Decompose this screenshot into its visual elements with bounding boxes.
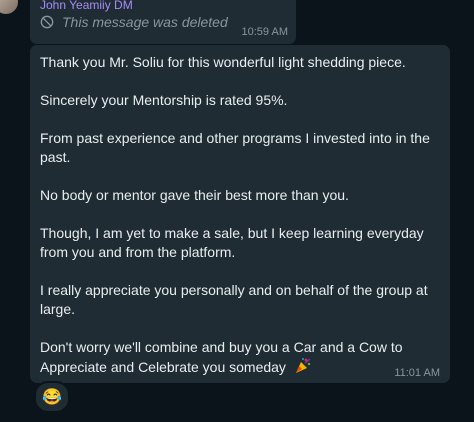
paragraph: Though, I am yet to make a sale, but I k… [40,224,440,262]
message-line: Don't worry we'll combine and buy you a … [40,339,403,355]
paragraph: I really appreciate you personally and o… [40,281,440,319]
paragraph: From past experience and other programs … [40,129,440,167]
deleted-message-text: This message was deleted [62,14,228,30]
message-line: Though, I am yet to make a sale, but I k… [40,225,424,241]
message-line: Thank you Mr. Soliu for this wonderful l… [40,54,406,70]
message-time: 10:59 AM [241,26,288,38]
message-line: Appreciate and Celebrate you someday [40,357,440,377]
paragraph: No body or mentor gave their best more t… [40,186,440,205]
sender-name[interactable]: John Yeamiiy DM [40,0,133,12]
message-line: large. [40,301,76,317]
paragraph: Don't worry we'll combine and buy you a … [40,338,440,377]
message-line-text: Appreciate and Celebrate you someday [40,359,286,375]
message-bubble[interactable]: Thank you Mr. Soliu for this wonderful l… [30,45,450,383]
message-line: From past experience and other programs … [40,130,430,146]
laughing-emoji-icon: 😂 [42,389,62,406]
deleted-message-row: This message was deleted [40,14,228,30]
party-popper-icon [295,358,311,373]
message-line: I really appreciate you personally and o… [40,282,428,298]
deleted-message-bubble[interactable]: John Yeamiiy DM This message was deleted… [30,0,296,44]
message-line: past. [40,149,71,165]
message-line: from you and from the platform. [40,244,236,260]
reaction-badge[interactable]: 😂 [34,381,70,413]
paragraph: Thank you Mr. Soliu for this wonderful l… [40,53,440,72]
message-line: No body or mentor gave their best more t… [40,187,349,203]
message-text: Thank you Mr. Soliu for this wonderful l… [40,53,440,377]
paragraph: Sincerely your Mentorship is rated 95%. [40,91,440,110]
deleted-icon [40,15,54,29]
message-time: 11:01 AM [394,367,440,379]
message-line: Sincerely your Mentorship is rated 95%. [40,92,288,108]
